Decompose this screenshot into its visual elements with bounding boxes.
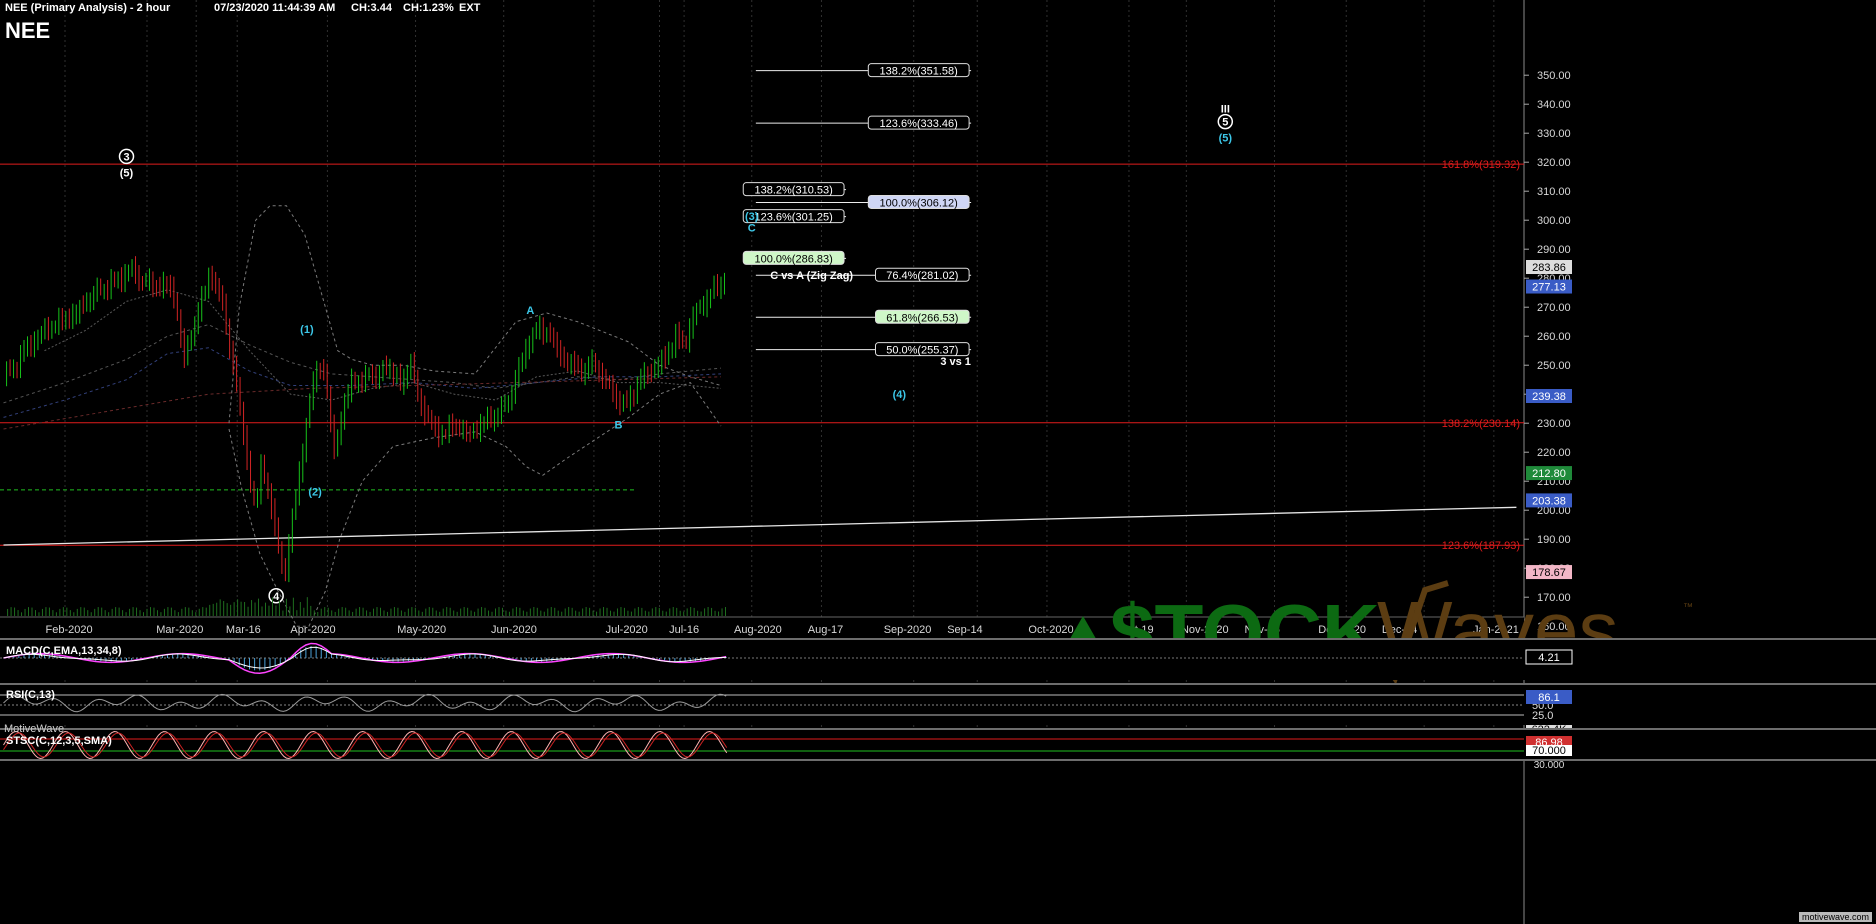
projection-level-label: 61.8%(266.53) xyxy=(886,312,958,324)
projection-level-label: 123.6%(333.46) xyxy=(880,118,958,130)
y-tick-label: 220.00 xyxy=(1537,447,1571,459)
wave-label: (5) xyxy=(120,167,134,179)
x-tick-label: Feb-2020 xyxy=(46,624,93,636)
x-tick-label: Aug-2020 xyxy=(734,624,782,636)
projection-level-label: 138.2%(351.58) xyxy=(880,66,958,78)
macd-panel xyxy=(0,640,1876,680)
stsc-level-lower: 30.000 xyxy=(1534,760,1565,771)
motivewave-watermark: MotiveWave xyxy=(4,723,65,735)
price-panel xyxy=(0,0,1524,617)
wave-label: A xyxy=(526,305,534,317)
macd-title: MACD(C,EMA,13,34,8) xyxy=(6,645,122,657)
wave-label: (1) xyxy=(300,324,314,336)
y-tick-label: 290.00 xyxy=(1537,244,1571,256)
stsc-title: STSC(C,12,3,5,SMA) xyxy=(6,735,112,747)
rsi-level-label: 25.0 xyxy=(1532,710,1553,722)
x-tick-label: Aug-17 xyxy=(808,624,843,636)
y-tick-label: 350.00 xyxy=(1537,70,1571,82)
y-tick-label: 260.00 xyxy=(1537,331,1571,343)
cluster-level-label: 138.2%(310.53) xyxy=(755,185,833,197)
fib-label: 123.6%(187.93) xyxy=(1442,540,1520,552)
price-tag: 178.67 xyxy=(1532,567,1566,579)
projection-level-label: 50.0%(255.37) xyxy=(886,345,958,357)
stsc-level-upper: 70.000 xyxy=(1532,745,1566,757)
price-tag: 239.38 xyxy=(1532,391,1566,403)
x-tick-label: Oct-2020 xyxy=(1028,624,1073,636)
x-tick-label: Mar-2020 xyxy=(156,624,203,636)
projection-level-label: 100.0%(306.12) xyxy=(880,197,958,209)
wave-label: (5) xyxy=(1219,133,1233,145)
x-tick-label: Jul-2020 xyxy=(606,624,648,636)
fib-label: 161.8%(319.32) xyxy=(1442,159,1520,171)
wave-label: C xyxy=(748,222,756,234)
stock-chart[interactable]: Feb-2020 Mar-2020 Mar-16 Apr-2020 May-2020 Ju… xyxy=(0,0,1876,924)
fib-label: 138.2%(230.14) xyxy=(1442,418,1520,430)
wave-label: (3) xyxy=(745,211,759,223)
cluster-level-label: 123.6%(301.25) xyxy=(755,212,833,224)
macd-value: 4.21 xyxy=(1538,652,1559,664)
x-tick-label: Jul-16 xyxy=(669,624,699,636)
y-tick-label: 300.00 xyxy=(1537,215,1571,227)
cluster-level-label: 100.0%(286.83) xyxy=(755,253,833,265)
y-tick-label: 270.00 xyxy=(1537,302,1571,314)
wave-label: III xyxy=(1221,104,1230,116)
chart-change: CH:3.44 xyxy=(351,2,392,14)
rsi-title: RSI(C,13) xyxy=(6,689,55,701)
annotation: 3 vs 1 xyxy=(940,356,971,368)
y-tick-label: 320.00 xyxy=(1537,157,1571,169)
y-tick-label: 190.00 xyxy=(1537,534,1571,546)
x-tick-label: Jun-2020 xyxy=(491,624,537,636)
x-tick-label: May-2020 xyxy=(397,624,446,636)
price-tag: 212.80 xyxy=(1532,468,1566,480)
stsc-panel xyxy=(0,730,1876,760)
wave-label: 3 xyxy=(123,151,129,163)
chart-title: NEE (Primary Analysis) - 2 hour xyxy=(5,2,171,14)
logo-tm: ™ xyxy=(1683,602,1693,613)
chart-change-pct: CH:1.23% xyxy=(403,2,454,14)
wave-label: B xyxy=(615,420,623,432)
price-tag: 283.86 xyxy=(1532,262,1566,274)
x-tick-label: Sep-2020 xyxy=(884,624,932,636)
site-label: motivewave.com xyxy=(1798,912,1872,922)
y-tick-label: 310.00 xyxy=(1537,186,1571,198)
projection-level-label: 76.4%(281.02) xyxy=(886,270,958,282)
x-tick-label: Sep-14 xyxy=(947,624,982,636)
rsi-value: 86.1 xyxy=(1538,692,1559,704)
annotation: C vs A (Zig Zag) xyxy=(770,270,853,282)
price-tag: 203.38 xyxy=(1532,495,1566,507)
y-tick-label: 250.00 xyxy=(1537,360,1571,372)
wave-label: (4) xyxy=(893,389,907,401)
wave-label: 5 xyxy=(1222,117,1228,129)
price-axis-area xyxy=(1524,0,1876,924)
price-tag: 277.13 xyxy=(1532,282,1566,294)
y-tick-label: 230.00 xyxy=(1537,418,1571,430)
y-tick-label: 340.00 xyxy=(1537,99,1571,111)
chart-session: EXT xyxy=(459,2,481,14)
chart-symbol: NEE xyxy=(5,18,51,43)
x-tick-label: Mar-16 xyxy=(226,624,261,636)
chart-datetime: 07/23/2020 11:44:39 AM xyxy=(214,2,336,14)
y-tick-label: 330.00 xyxy=(1537,128,1571,140)
wave-label: (2) xyxy=(308,486,322,498)
